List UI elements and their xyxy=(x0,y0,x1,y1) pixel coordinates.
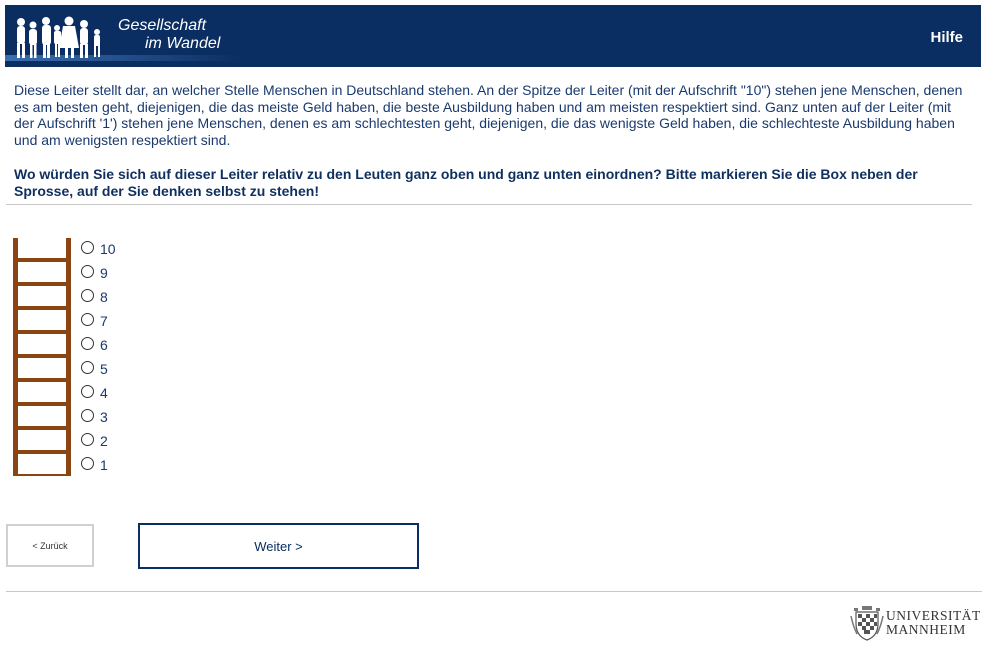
university-name-line2: MANNHEIM xyxy=(886,622,966,637)
radio-button[interactable] xyxy=(81,385,94,398)
ladder-rung xyxy=(13,258,71,262)
site-title: Gesellschaft im Wandel xyxy=(118,17,220,53)
radio-button[interactable] xyxy=(81,265,94,278)
university-name-line1: UNIVERSITÄT xyxy=(886,608,981,623)
ladder-rung xyxy=(13,426,71,430)
radio-button[interactable] xyxy=(81,289,94,302)
help-link[interactable]: Hilfe xyxy=(930,29,963,46)
footer-divider xyxy=(6,591,982,592)
university-name: UNIVERSITÄT MANNHEIM xyxy=(886,609,981,637)
divider xyxy=(6,204,972,205)
option-9[interactable]: 9 xyxy=(80,264,140,282)
site-title-line1: Gesellschaft xyxy=(118,17,207,34)
next-button[interactable]: Weiter > xyxy=(138,523,419,569)
option-8[interactable]: 8 xyxy=(80,288,140,306)
site-title-line2: im Wandel xyxy=(145,35,221,52)
ladder-rung xyxy=(13,378,71,382)
option-7[interactable]: 7 xyxy=(80,312,140,330)
question-text: Wo würden Sie sich auf dieser Leiter rel… xyxy=(14,166,918,199)
radio-button[interactable] xyxy=(81,409,94,422)
university-crest-icon xyxy=(850,606,884,641)
option-5[interactable]: 5 xyxy=(80,360,140,378)
ladder-rung xyxy=(13,402,71,406)
ladder-rung xyxy=(13,282,71,286)
option-6[interactable]: 6 xyxy=(80,336,140,354)
ladder-rung xyxy=(13,474,71,476)
option-2[interactable]: 2 xyxy=(80,432,140,450)
option-3[interactable]: 3 xyxy=(80,408,140,426)
option-4[interactable]: 4 xyxy=(80,384,140,402)
radio-button[interactable] xyxy=(81,361,94,374)
intro-text: Diese Leiter stellt dar, an welcher Stel… xyxy=(14,82,963,148)
ladder-rung xyxy=(13,450,71,454)
option-10[interactable]: 10 xyxy=(80,240,140,258)
ladder-rung xyxy=(13,354,71,358)
ladder-rung xyxy=(13,330,71,334)
back-button[interactable]: < Zurück xyxy=(6,524,94,567)
radio-button[interactable] xyxy=(81,433,94,446)
radio-button[interactable] xyxy=(81,457,94,470)
option-1[interactable]: 1 xyxy=(80,456,140,474)
ladder-illustration xyxy=(13,238,71,476)
radio-button[interactable] xyxy=(81,337,94,350)
radio-button[interactable] xyxy=(81,241,94,254)
ladder-rung xyxy=(13,306,71,310)
header-banner: Gesellschaft im Wandel Hilfe xyxy=(5,5,981,67)
university-logo: UNIVERSITÄT MANNHEIM xyxy=(850,604,985,644)
radio-button[interactable] xyxy=(81,313,94,326)
